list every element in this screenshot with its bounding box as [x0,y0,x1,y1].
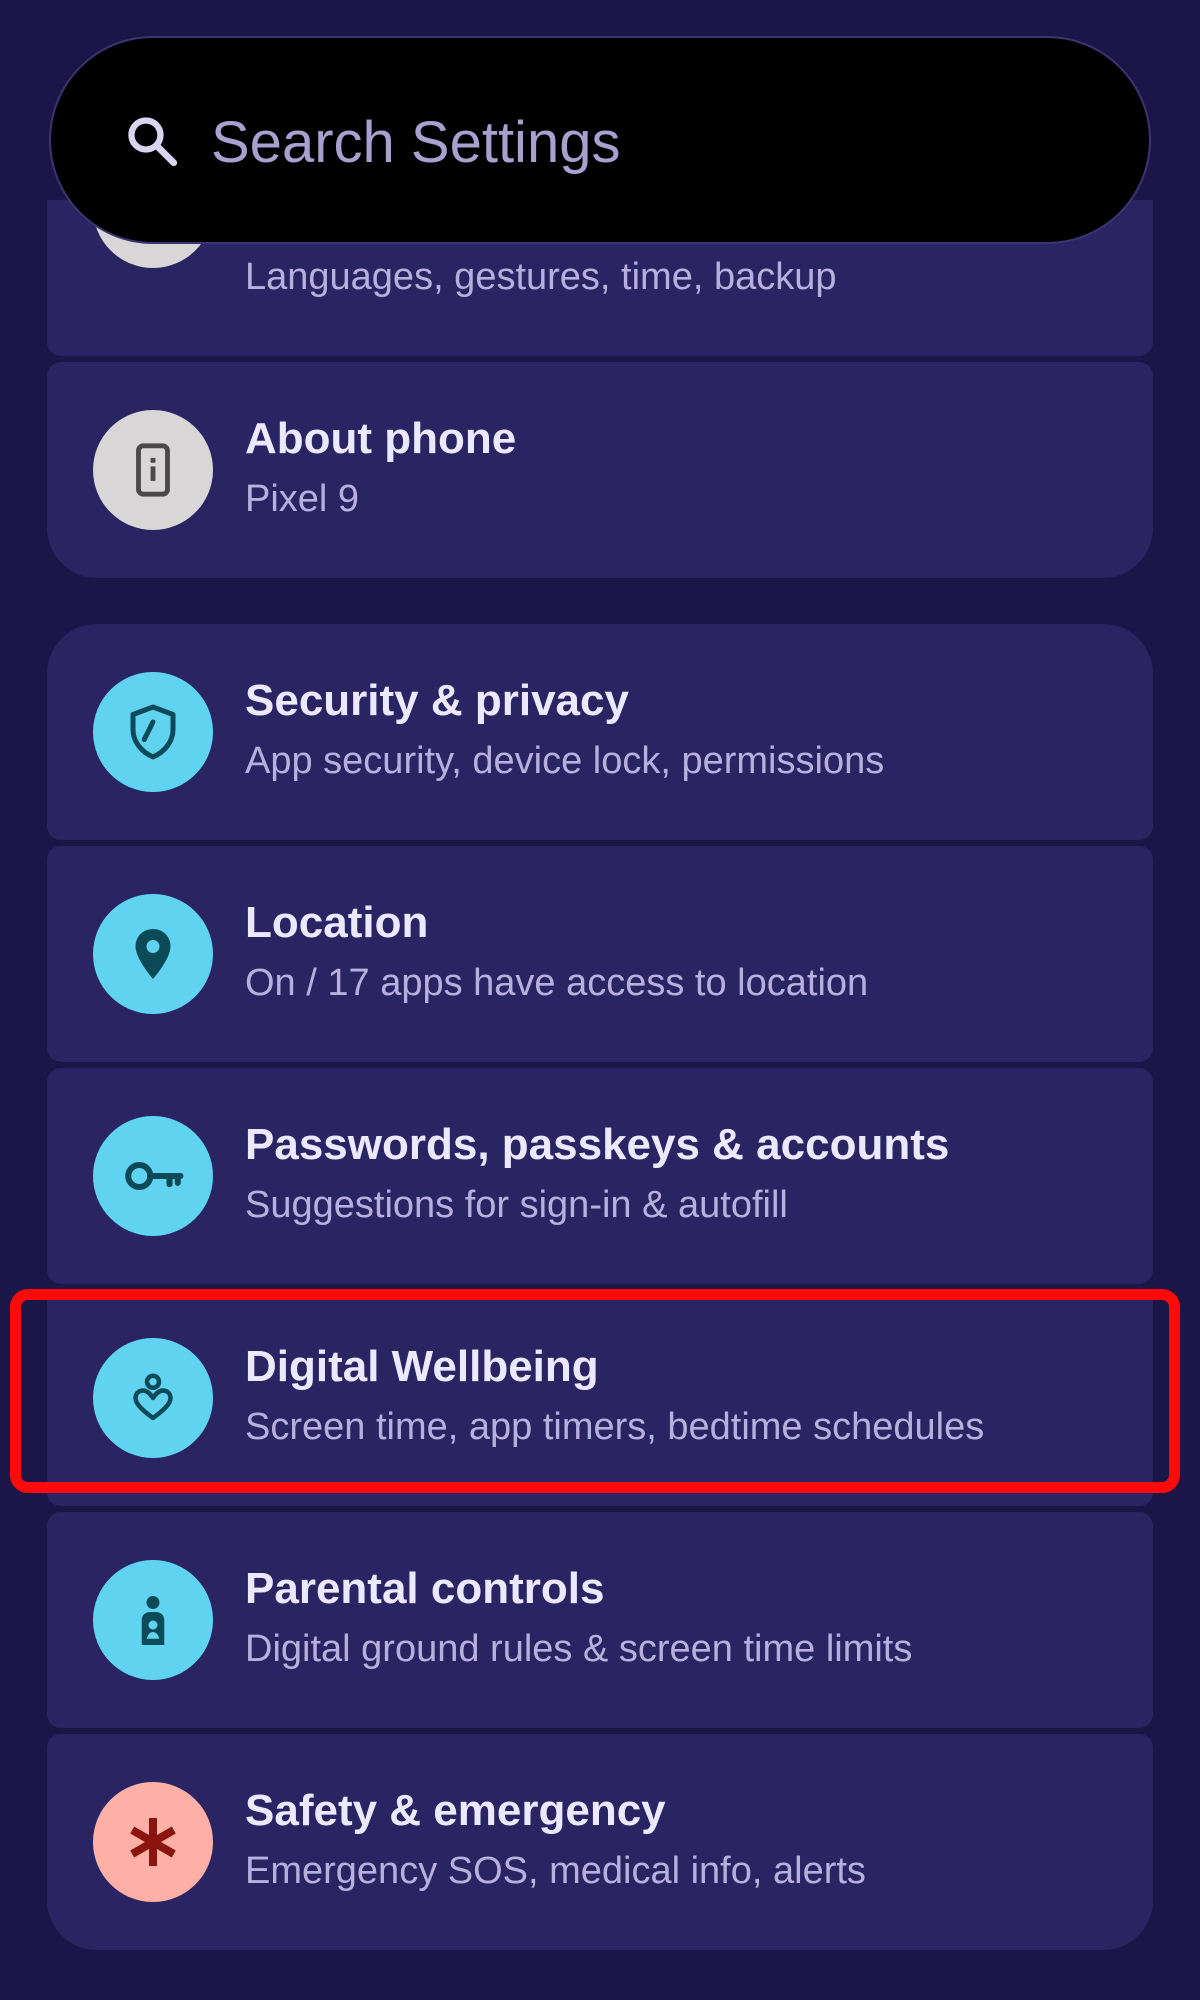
settings-item-subtitle: App security, device lock, permissions [245,740,885,782]
parent-child-icon [93,1560,213,1680]
settings-item-subtitle: Emergency SOS, medical info, alerts [245,1850,866,1892]
settings-item-title: Security & privacy [245,676,629,725]
settings-item-subtitle: Pixel 9 [245,478,360,520]
settings-item-about-phone[interactable]: About phone Pixel 9 [47,362,1153,578]
search-placeholder: Search Settings [211,110,621,175]
settings-item-passwords-accounts[interactable]: Passwords, passkeys & accounts Suggestio… [47,1068,1153,1284]
settings-item-title: Location [245,898,429,947]
settings-item-subtitle: On / 17 apps have access to location [245,962,869,1004]
asterisk-icon [93,1782,213,1902]
search-icon [123,112,181,170]
wellbeing-heart-icon [93,1338,213,1458]
settings-item-parental-controls[interactable]: Parental controls Digital ground rules &… [47,1512,1153,1728]
settings-item-safety-emergency[interactable]: Safety & emergency Emergency SOS, medica… [47,1734,1153,1950]
settings-item-title: About phone [245,414,517,463]
key-icon [93,1116,213,1236]
settings-item-title: Safety & emergency [245,1786,666,1835]
settings-item-title: Digital Wellbeing [245,1342,599,1391]
settings-item-subtitle: Screen time, app timers, bedtime schedul… [245,1406,985,1448]
settings-item-subtitle: Languages, gestures, time, backup [245,256,837,298]
settings-item-title: Parental controls [245,1564,605,1613]
settings-item-security-privacy[interactable]: Security & privacy App security, device … [47,624,1153,840]
settings-item-subtitle: Digital ground rules & screen time limit… [245,1628,913,1670]
search-bar[interactable]: Search Settings [49,36,1151,244]
settings-item-title: Passwords, passkeys & accounts [245,1120,950,1169]
phone-info-icon [93,410,213,530]
settings-item-subtitle: Suggestions for sign-in & autofill [245,1184,788,1226]
location-pin-icon [93,894,213,1014]
settings-item-location[interactable]: Location On / 17 apps have access to loc… [47,846,1153,1062]
shield-icon [93,672,213,792]
settings-item-digital-wellbeing[interactable]: Digital Wellbeing Screen time, app timer… [47,1290,1153,1506]
